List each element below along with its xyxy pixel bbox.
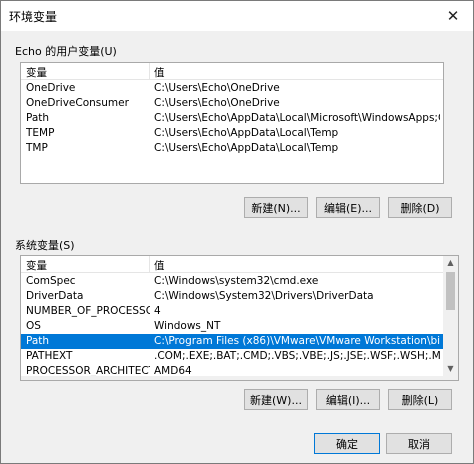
variable-name: OS bbox=[26, 320, 41, 332]
column-header-variable[interactable]: 变量 bbox=[26, 65, 47, 80]
variable-name: TEMP bbox=[26, 127, 55, 139]
list-item[interactable]: Path C:\Users\Echo\AppData\Local\Microsof… bbox=[21, 111, 443, 126]
title-bar: 环境变量 ✕ bbox=[1, 1, 473, 31]
cancel-button[interactable]: 取消 bbox=[386, 433, 452, 454]
variable-value: C:\Users\Echo\AppData\Local\Temp bbox=[154, 142, 339, 154]
scroll-up-icon[interactable]: ▲ bbox=[443, 256, 458, 270]
list-item[interactable]: PATHEXT .COM;.EXE;.BAT;.CMD;.VBS;.VBE;.JS… bbox=[21, 349, 458, 364]
variable-name: Path bbox=[26, 335, 50, 347]
variable-name: DriverData bbox=[26, 290, 84, 302]
variable-value: C:\Windows\system32\cmd.exe bbox=[154, 275, 319, 287]
ok-button[interactable]: 确定 bbox=[314, 433, 380, 454]
column-header-variable[interactable]: 变量 bbox=[26, 258, 47, 273]
variable-value: Windows_NT bbox=[154, 320, 221, 332]
close-icon[interactable]: ✕ bbox=[439, 4, 467, 28]
list-item[interactable]: TMP C:\Users\Echo\AppData\Local\Temp bbox=[21, 141, 443, 156]
list-item[interactable]: DriverData C:\Windows\System32\Drivers\Dr… bbox=[21, 289, 458, 304]
variable-value: 4 bbox=[154, 305, 161, 317]
variable-name: PROCESSOR_IDENTIFIER bbox=[26, 380, 150, 381]
system-delete-button[interactable]: 删除(L) bbox=[388, 389, 452, 410]
user-delete-button[interactable]: 删除(D) bbox=[388, 197, 452, 218]
column-divider[interactable] bbox=[149, 256, 150, 272]
list-item[interactable]: TEMP C:\Users\Echo\AppData\Local\Temp bbox=[21, 126, 443, 141]
variable-value: C:\Program Files (x86)\VMware\VMware Wor… bbox=[154, 335, 440, 347]
list-item[interactable]: OneDriveConsumer C:\Users\Echo\OneDrive bbox=[21, 96, 443, 111]
system-variables-label: 系统变量(S) bbox=[15, 239, 75, 252]
system-list-scrollbar[interactable]: ▲ ▼ bbox=[443, 256, 458, 376]
list-item[interactable]: OS Windows_NT bbox=[21, 319, 458, 334]
window-title: 环境变量 bbox=[9, 10, 58, 24]
system-list-header: 变量 值 bbox=[21, 256, 458, 273]
user-variables-list[interactable]: 变量 值 OneDrive C:\Users\Echo\OneDrive OneDr… bbox=[20, 62, 444, 184]
variable-value: .COM;.EXE;.BAT;.CMD;.VBS;.VBE;.JS;.JSE;.… bbox=[154, 350, 440, 362]
column-header-value[interactable]: 值 bbox=[154, 258, 165, 273]
variable-value: C:\Users\Echo\OneDrive bbox=[154, 82, 280, 94]
variable-name: OneDrive bbox=[26, 82, 76, 94]
variable-name: NUMBER_OF_PROCESSORS bbox=[26, 305, 150, 317]
variable-name: OneDriveConsumer bbox=[26, 97, 129, 109]
variable-name: ComSpec bbox=[26, 275, 76, 287]
variable-name: TMP bbox=[26, 142, 48, 154]
variable-name: Path bbox=[26, 112, 50, 124]
column-divider[interactable] bbox=[149, 63, 150, 79]
system-variables-list[interactable]: 变量 值 ComSpec C:\Windows\system32\cmd.exe D… bbox=[20, 255, 459, 381]
list-item[interactable]: OneDrive C:\Users\Echo\OneDrive bbox=[21, 81, 443, 96]
user-list-header: 变量 值 bbox=[21, 63, 443, 80]
system-edit-button[interactable]: 编辑(I)... bbox=[316, 389, 380, 410]
environment-variables-dialog: 环境变量 ✕ Echo 的用户变量(U) 变量 值 OneDrive C:\Use… bbox=[0, 0, 474, 464]
scrollbar-thumb[interactable] bbox=[446, 272, 455, 310]
system-new-button[interactable]: 新建(W)... bbox=[244, 389, 308, 410]
user-new-button[interactable]: 新建(N)... bbox=[244, 197, 308, 218]
column-header-value[interactable]: 值 bbox=[154, 65, 165, 80]
list-item[interactable]: NUMBER_OF_PROCESSORS 4 bbox=[21, 304, 458, 319]
variable-value: C:\Users\Echo\AppData\Local\Temp bbox=[154, 127, 339, 139]
system-list-horizontal-scrollbar[interactable] bbox=[21, 376, 458, 380]
variable-value: C:\Users\Echo\OneDrive bbox=[154, 97, 280, 109]
variable-value: C:\Windows\System32\Drivers\DriverData bbox=[154, 290, 374, 302]
variable-value: C:\Users\Echo\AppData\Local\Microsoft\Wi… bbox=[154, 112, 440, 124]
user-edit-button[interactable]: 编辑(E)... bbox=[316, 197, 380, 218]
user-variables-label: Echo 的用户变量(U) bbox=[15, 45, 117, 58]
variable-value: Intel64 Family 6 Model 158 Stepping 9, G… bbox=[154, 380, 440, 381]
variable-name: PATHEXT bbox=[26, 350, 73, 362]
list-item[interactable]: ComSpec C:\Windows\system32\cmd.exe bbox=[21, 274, 458, 289]
list-item[interactable]: Path C:\Program Files (x86)\VMware\VMware… bbox=[21, 334, 458, 349]
scroll-down-icon[interactable]: ▼ bbox=[443, 362, 458, 376]
